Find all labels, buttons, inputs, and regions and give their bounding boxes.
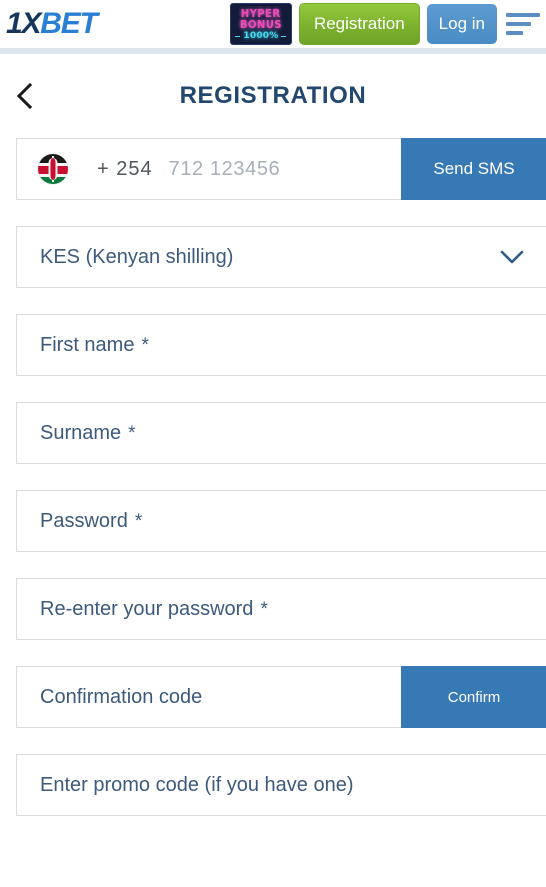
currency-select-value: KES (Kenyan shilling) xyxy=(40,245,234,268)
logo-part-1x: 1X xyxy=(6,7,42,40)
phone-number-row[interactable]: + 254 712 123456 Send SMS xyxy=(16,138,546,200)
first-name-field[interactable]: First name * xyxy=(16,314,546,376)
page-title: REGISTRATION xyxy=(179,82,367,109)
header-actions: HYPER BONUS 1000% Registration Log in xyxy=(229,0,544,48)
send-sms-button[interactable]: Send SMS xyxy=(401,138,546,200)
kenya-flag-icon[interactable] xyxy=(38,154,68,184)
confirm-password-label: Re-enter your password * xyxy=(40,598,268,621)
confirm-password-field[interactable]: Re-enter your password * xyxy=(16,578,546,640)
brand-logo[interactable]: 1XBET xyxy=(6,7,98,40)
first-name-label-text: First name xyxy=(40,333,135,356)
hyper-bonus-line3: 1000% xyxy=(235,30,287,41)
chevron-left-icon[interactable] xyxy=(10,81,40,111)
first-name-label: First name * xyxy=(40,334,149,357)
page-titlebar: REGISTRATION xyxy=(0,54,546,138)
password-label-text: Password xyxy=(40,509,128,532)
surname-field[interactable]: Surname * xyxy=(16,402,546,464)
site-header: 1XBET HYPER BONUS 1000% Registration Log… xyxy=(0,0,546,54)
hamburger-menu-icon[interactable] xyxy=(506,10,540,38)
logo-part-bet: BET xyxy=(40,7,98,40)
login-button[interactable]: Log in xyxy=(426,4,497,44)
confirm-button[interactable]: Confirm xyxy=(401,666,546,728)
hyper-bonus-line2: BONUS xyxy=(239,17,283,31)
registration-form: + 254 712 123456 Send SMS KES (Kenyan sh… xyxy=(0,138,546,816)
surname-required-mark: * xyxy=(128,422,136,444)
registration-button[interactable]: Registration xyxy=(298,3,420,45)
password-required-mark: * xyxy=(134,510,143,532)
confirmation-code-input[interactable]: Confirmation code xyxy=(40,686,202,709)
password-label: Password * xyxy=(40,510,142,533)
surname-label: Surname * xyxy=(40,422,136,445)
chevron-down-icon[interactable] xyxy=(500,250,524,264)
confirm-password-label-text: Re-enter your password xyxy=(40,597,254,620)
phone-input[interactable]: 712 123456 xyxy=(169,158,281,181)
currency-select[interactable]: KES (Kenyan shilling) xyxy=(16,226,546,288)
menu-bar-2 xyxy=(506,22,531,26)
menu-bar-1 xyxy=(506,13,540,17)
phone-dial-code: + 254 xyxy=(97,157,153,180)
surname-label-text: Surname xyxy=(40,421,122,444)
confirmation-code-row[interactable]: Confirmation code Confirm xyxy=(16,666,546,728)
menu-bar-3 xyxy=(506,31,523,35)
first-name-required-mark: * xyxy=(141,334,149,356)
hyper-bonus-banner[interactable]: HYPER BONUS 1000% xyxy=(229,3,292,45)
promo-code-field[interactable]: Enter promo code (if you have one) xyxy=(16,754,546,816)
promo-code-input[interactable]: Enter promo code (if you have one) xyxy=(40,774,354,797)
password-field[interactable]: Password * xyxy=(16,490,546,552)
confirm-password-required-mark: * xyxy=(260,598,268,620)
